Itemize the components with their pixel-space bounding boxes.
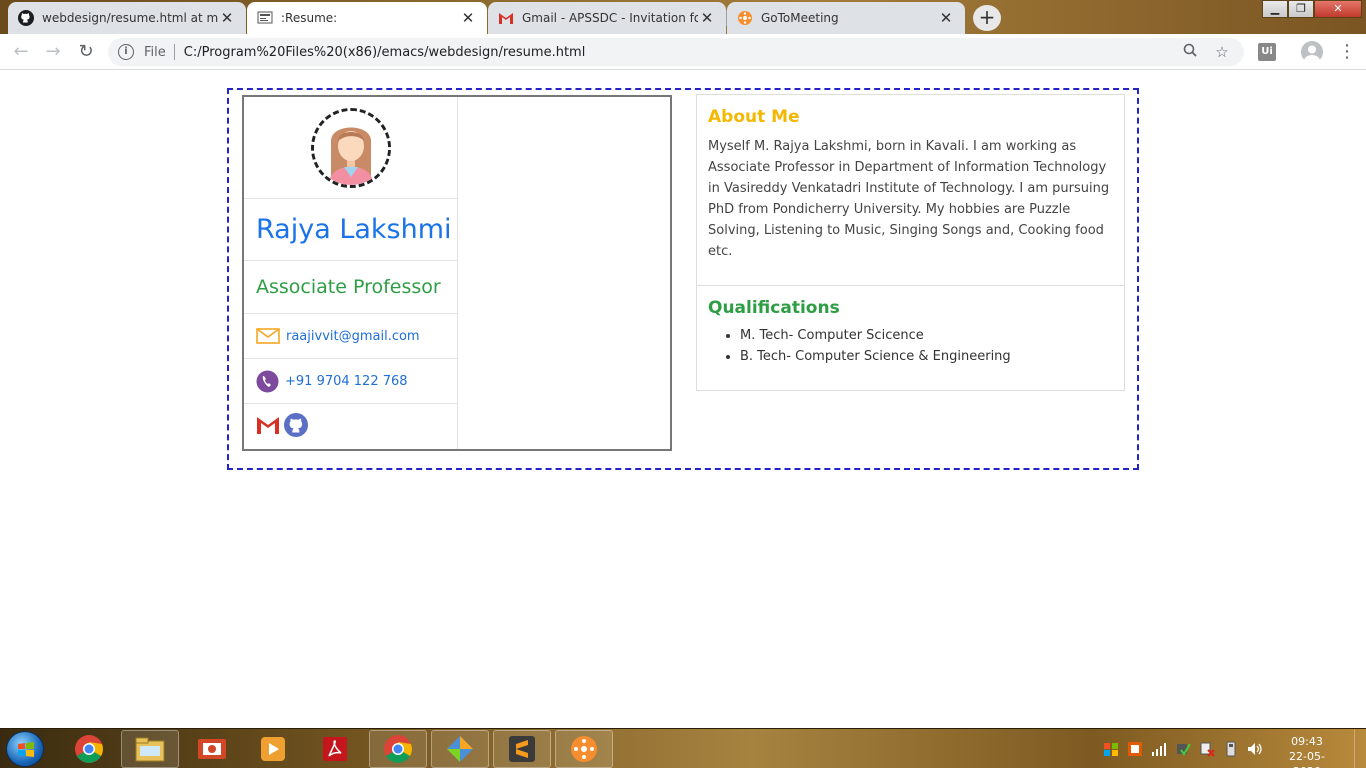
gotomeeting-icon: [737, 10, 753, 26]
address-url[interactable]: C:/Program%20Files%20(x86)/emacs/webdesi…: [184, 45, 1180, 60]
list-item: B. Tech- Computer Science & Engineering: [740, 346, 1113, 367]
tab-title: Gmail - APSSDC - Invitation for F: [522, 11, 698, 25]
clock-time: 09:43: [1291, 735, 1323, 748]
new-tab-button[interactable]: +: [973, 5, 1001, 31]
about-heading: About Me: [708, 107, 800, 127]
address-bar[interactable]: i File C:/Program%20Files%20(x86)/emacs/…: [108, 38, 1244, 66]
security-check-icon[interactable]: [1175, 741, 1191, 757]
taskbar-diamond-app-icon[interactable]: [431, 730, 489, 768]
clock-date: 22-05-2020: [1289, 750, 1325, 778]
list-item: M. Tech- Computer Scicence: [740, 325, 1113, 346]
address-divider: [173, 44, 175, 60]
bookmark-star-icon[interactable]: ☆: [1212, 43, 1232, 61]
taskbar-gotomeeting-icon[interactable]: [555, 730, 613, 768]
menu-dots-icon[interactable]: ⋮: [1338, 40, 1356, 64]
signal-strength-icon[interactable]: [1151, 741, 1167, 757]
info-icon[interactable]: i: [118, 44, 134, 60]
close-window-button[interactable]: ✕: [1314, 0, 1362, 18]
avatar-cell: [244, 97, 457, 199]
profile-column: Rajya Lakshmi Associate Professor raajiv…: [244, 97, 458, 449]
usb-device-icon[interactable]: [1223, 741, 1239, 757]
tab-gotomeeting[interactable]: GoToMeeting ✕: [727, 2, 965, 34]
resume-container: Rajya Lakshmi Associate Professor raajiv…: [227, 88, 1139, 470]
back-button[interactable]: ←: [10, 41, 32, 63]
windows-update-icon[interactable]: [1103, 741, 1119, 757]
qualifications-list: M. Tech- Computer Scicence B. Tech- Comp…: [740, 325, 1113, 367]
envelope-icon: [256, 328, 280, 344]
forward-button[interactable]: →: [42, 41, 64, 63]
start-button[interactable]: [6, 731, 44, 767]
profile-title: Associate Professor: [244, 261, 457, 314]
email-link[interactable]: raajivvit@gmail.com: [286, 329, 420, 344]
extension-ui-icon[interactable]: Ui: [1258, 43, 1276, 61]
minimize-button[interactable]: ▁: [1262, 0, 1288, 18]
qualifications-section: Qualifications M. Tech- Computer Scicenc…: [697, 286, 1124, 367]
office-icon[interactable]: [1127, 741, 1143, 757]
taskbar-acrobat-icon[interactable]: [306, 730, 364, 768]
network-error-icon[interactable]: [1199, 741, 1215, 757]
close-icon[interactable]: ✕: [459, 9, 477, 27]
tab-title: webdesign/resume.html at maste: [42, 11, 218, 25]
profile-card: Rajya Lakshmi Associate Professor raajiv…: [242, 95, 672, 451]
reload-button[interactable]: ↻: [75, 41, 97, 63]
taskbar-clock[interactable]: 09:43 22-05-2020: [1276, 734, 1338, 779]
close-icon[interactable]: ✕: [218, 9, 236, 27]
taskbar-chrome-icon[interactable]: [60, 730, 118, 768]
taskbar-chrome-window-icon[interactable]: [369, 730, 427, 768]
zoom-icon[interactable]: [1180, 43, 1200, 61]
taskbar-media-player-icon[interactable]: [244, 730, 302, 768]
windows-taskbar: 09:43 22-05-2020: [0, 728, 1366, 778]
profile-name: Rajya Lakshmi: [244, 199, 457, 261]
tab-gmail[interactable]: Gmail - APSSDC - Invitation for F ✕: [488, 2, 727, 34]
taskbar-file-explorer-icon[interactable]: [121, 730, 179, 768]
github-icon: [18, 10, 34, 26]
gmail-icon: [498, 10, 514, 26]
maximize-button[interactable]: ❐: [1288, 0, 1314, 18]
page-content: Rajya Lakshmi Associate Professor raajiv…: [0, 71, 1366, 728]
close-icon[interactable]: ✕: [937, 9, 955, 27]
tab-title: GoToMeeting: [761, 11, 839, 25]
email-row[interactable]: raajivvit@gmail.com: [244, 314, 457, 359]
close-icon[interactable]: ✕: [698, 9, 716, 27]
tab-title: :Resume:: [281, 11, 338, 25]
address-scheme: File: [144, 44, 166, 60]
avatar: [310, 107, 391, 188]
browser-toolbar: ← → ↻ i File C:/Program%20Files%20(x86)/…: [0, 34, 1366, 70]
github-icon[interactable]: [284, 413, 308, 441]
tab-resume[interactable]: :Resume: ✕: [247, 2, 487, 34]
show-desktop-button[interactable]: [1354, 729, 1366, 769]
tab-github[interactable]: webdesign/resume.html at maste ✕: [8, 2, 246, 34]
browser-tab-strip: webdesign/resume.html at maste ✕ :Resume…: [0, 0, 1366, 34]
windows-logo-icon: [18, 742, 34, 757]
about-section: About Me Myself M. Rajya Lakshmi, born i…: [697, 95, 1124, 286]
phone-link[interactable]: +91 9704 122 768: [285, 374, 408, 389]
taskbar-recorder-icon[interactable]: [183, 730, 241, 768]
profile-avatar-icon[interactable]: [1301, 41, 1323, 63]
qualifications-heading: Qualifications: [708, 298, 840, 318]
taskbar-sublime-icon[interactable]: [493, 730, 551, 768]
page-icon: [257, 10, 273, 26]
about-text: Myself M. Rajya Lakshmi, born in Kavali.…: [708, 139, 1110, 259]
phone-row[interactable]: +91 9704 122 768: [244, 359, 457, 404]
gmail-icon[interactable]: [256, 415, 280, 439]
volume-icon[interactable]: [1247, 741, 1263, 757]
social-links: [244, 404, 457, 450]
details-card: About Me Myself M. Rajya Lakshmi, born i…: [696, 94, 1125, 391]
phone-icon: [256, 370, 279, 393]
